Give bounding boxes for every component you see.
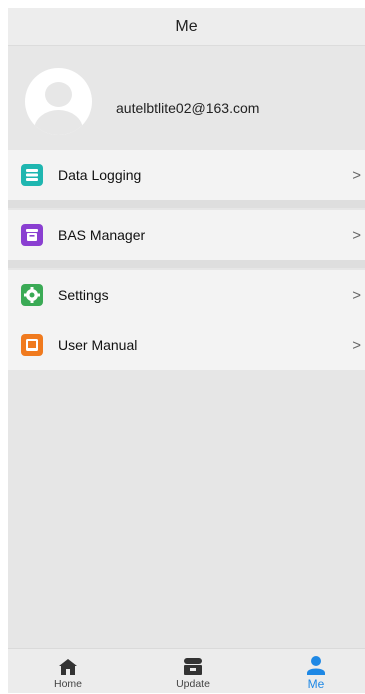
- page-title: Me: [175, 17, 198, 35]
- tab-home[interactable]: Home: [28, 649, 108, 694]
- data-logging-label: Data Logging: [58, 167, 142, 183]
- chevron-right-icon: >: [352, 166, 361, 184]
- tab-me[interactable]: Me: [276, 649, 356, 694]
- menu-item-user-manual[interactable]: User Manual >: [8, 320, 365, 370]
- avatar-body: [34, 110, 83, 135]
- avatar-head: [45, 82, 72, 107]
- bottom-tab-bar: Home Update Me: [8, 648, 365, 693]
- gear-icon: [21, 284, 43, 306]
- chevron-right-icon: >: [352, 336, 361, 354]
- menu-item-bas-manager[interactable]: BAS Manager >: [8, 210, 365, 260]
- profile-section[interactable]: autelbtlite02@163.com: [8, 46, 365, 150]
- avatar[interactable]: [25, 68, 92, 135]
- chevron-right-icon: >: [352, 286, 361, 304]
- data-logging-icon: [21, 164, 43, 186]
- tab-home-label: Home: [53, 678, 82, 690]
- menu-item-settings[interactable]: Settings >: [8, 270, 365, 320]
- user-email: autelbtlite02@163.com: [116, 100, 260, 116]
- divider: [8, 200, 365, 208]
- divider: [8, 260, 365, 268]
- tab-update[interactable]: Update: [153, 649, 233, 694]
- me-screen: Me autelbtlite02@163.com Data Logging >: [8, 8, 365, 693]
- user-manual-label: User Manual: [58, 337, 138, 353]
- bas-manager-icon: [21, 224, 43, 246]
- chevron-right-icon: >: [352, 226, 361, 244]
- store-icon: [184, 658, 202, 675]
- menu-item-data-logging[interactable]: Data Logging >: [8, 150, 365, 200]
- home-icon: [59, 659, 77, 675]
- tab-me-label: Me: [307, 677, 325, 691]
- book-icon: [21, 334, 43, 356]
- page-header: Me: [8, 8, 365, 46]
- settings-label: Settings: [58, 287, 109, 303]
- bas-manager-label: BAS Manager: [58, 227, 146, 243]
- person-icon: [307, 656, 325, 675]
- tab-update-label: Update: [176, 678, 210, 690]
